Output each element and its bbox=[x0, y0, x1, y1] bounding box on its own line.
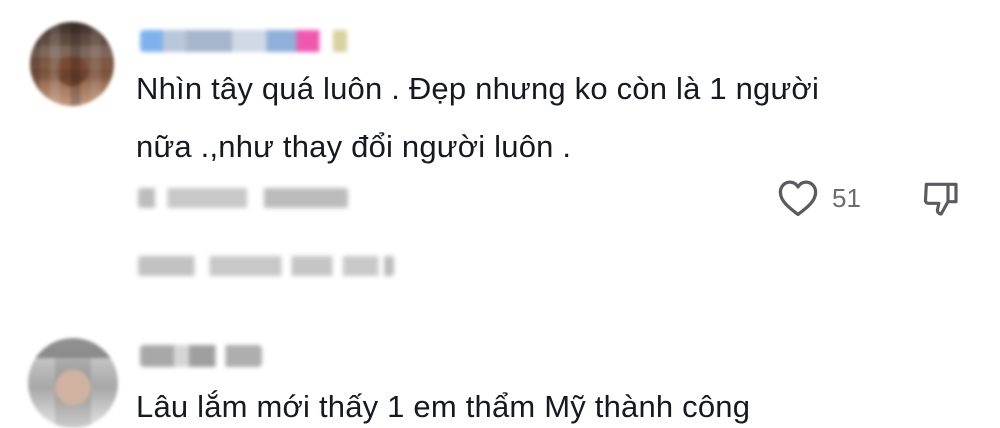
comment-text-line-1: Lâu lắm mới thấy 1 em thẩm Mỹ thành công bbox=[136, 389, 751, 424]
scroll-area-edge bbox=[994, 0, 1000, 428]
comment-thread: Nhìn tây quá luôn . Đẹp nhưng ko còn là … bbox=[0, 0, 1000, 428]
comment-text: Lâu lắm mới thấy 1 em thẩm Mỹ thành công bbox=[136, 378, 750, 428]
avatar[interactable] bbox=[28, 338, 118, 428]
comment-item-2: Lâu lắm mới thấy 1 em thẩm Mỹ thành công bbox=[0, 0, 1000, 428]
avatar-blur-mask bbox=[28, 338, 118, 428]
username-blurred[interactable] bbox=[140, 345, 262, 367]
